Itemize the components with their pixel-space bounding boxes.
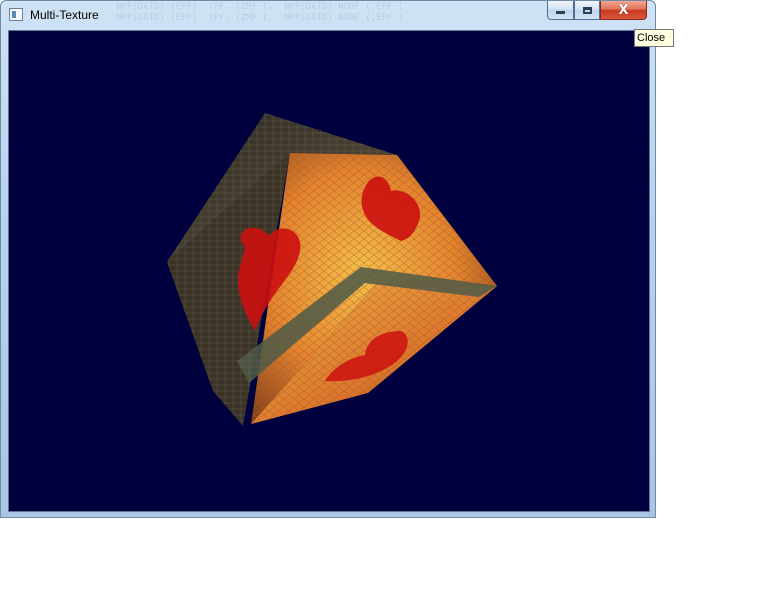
caption-buttons: X <box>547 1 652 21</box>
minimize-button[interactable] <box>547 1 574 20</box>
minimize-icon <box>556 11 565 14</box>
close-tooltip: Close <box>634 29 674 47</box>
window-title: Multi-Texture <box>30 8 99 22</box>
maximize-button[interactable] <box>574 1 600 20</box>
maximize-icon <box>582 6 592 14</box>
application-window-icon[interactable] <box>9 8 23 21</box>
close-icon: X <box>618 2 629 18</box>
title-bar[interactable]: NPP(DATD) (EPF) (PF, (ZMF (, NPP(DATD) N… <box>1 1 655 30</box>
textured-cube <box>167 113 497 426</box>
title-bar-background-text: NPP(DATD) (EPF) (PF, (ZMF (, NPP(DATD) N… <box>116 2 404 23</box>
close-button[interactable]: X <box>600 1 647 20</box>
render-viewport[interactable] <box>8 30 650 512</box>
app-window: NPP(DATD) (EPF) (PF, (ZMF (, NPP(DATD) N… <box>0 0 656 518</box>
